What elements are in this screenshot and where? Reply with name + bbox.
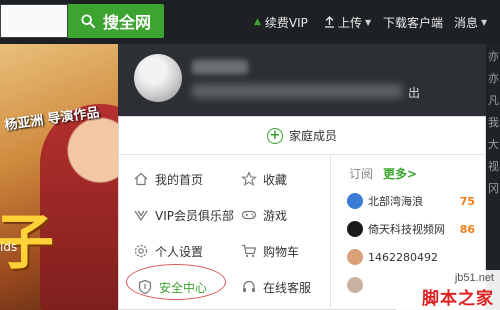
menu-item-label: 在线客服 [263, 280, 312, 295]
home-icon [134, 172, 148, 186]
menu-item-label: 个人设置 [155, 244, 204, 259]
nav-messages[interactable]: 消息 ▼ [454, 0, 487, 44]
right-strip-char: 冈 [488, 182, 499, 195]
caret-down-icon: ▼ [481, 17, 488, 27]
watermark-url: jb51.net [454, 272, 494, 284]
banner-title-glyph: 子 [0, 208, 54, 278]
vip-icon [134, 210, 148, 222]
menu-item-label: 我的首页 [155, 172, 204, 187]
subscriptions-title: 订阅 [349, 167, 374, 181]
star-icon [241, 171, 257, 187]
channel-avatar-icon [347, 277, 363, 293]
search-button[interactable]: 搜全网 [68, 4, 164, 38]
menu-item-customer-service[interactable]: 在线客服 [241, 273, 311, 301]
right-strip-char: 视 [488, 160, 499, 173]
gear-icon [134, 244, 148, 258]
subscriptions-more-link[interactable]: 更多> [383, 165, 417, 182]
banner-image[interactable]: 杨亚洲 导演作品 子 ids [0, 44, 118, 310]
subscription-item[interactable]: 1462280492 [347, 245, 475, 269]
search-input[interactable] [0, 4, 68, 38]
triangle-up-icon: ▲ [254, 17, 261, 27]
family-members-label: 家庭成员 [288, 129, 337, 143]
search-icon [81, 14, 95, 28]
menu-item-home[interactable]: 我的首页 [133, 165, 203, 193]
subscription-name: 倚天科技视频网 [368, 223, 445, 236]
menu-item-security-center[interactable]: 安全中心 [137, 273, 207, 301]
watermark-brand: 脚本之家 [422, 289, 494, 309]
right-strip-char: 亦 [488, 50, 499, 63]
blurred-username [192, 60, 248, 74]
nav-download-label: 下载客户端 [383, 15, 444, 30]
nav-vip[interactable]: ▲ 续费VIP [254, 0, 308, 44]
banner-ids-text: ids [0, 240, 18, 254]
right-strip-char: 大 [488, 138, 499, 151]
menu-item-favorites[interactable]: 收藏 [241, 165, 287, 193]
menu-grid: 我的首页 收藏 VIP会员俱乐部 游戏 个人设置 购物车 安全中心 在线客服 [119, 155, 331, 310]
subscription-item[interactable]: 倚天科技视频网 86 [347, 217, 475, 241]
menu-item-games[interactable]: 游戏 [241, 201, 287, 229]
channel-avatar-icon [347, 221, 363, 237]
nav-vip-label: 续费VIP [264, 15, 308, 30]
user-panel-header: 出 [118, 44, 486, 116]
avatar[interactable] [134, 54, 182, 102]
caret-down-icon: ▼ [365, 17, 372, 27]
site-watermark: jb51.net 脚本之家 [396, 270, 500, 310]
plus-circle-icon: + [266, 127, 283, 144]
nav-messages-label: 消息 [454, 15, 479, 30]
subscription-count: 75 [459, 194, 475, 208]
upload-icon [325, 16, 334, 28]
logout-link[interactable]: 出 [408, 84, 420, 101]
menu-item-settings[interactable]: 个人设置 [133, 237, 203, 265]
search-button-label: 搜全网 [102, 13, 151, 32]
blurred-user-info [192, 84, 402, 98]
menu-item-label: 收藏 [263, 172, 288, 187]
channel-avatar-icon [347, 193, 363, 209]
nav-upload-label: 上传 [338, 15, 363, 30]
nav-upload[interactable]: 上传 ▼ [324, 0, 371, 44]
right-strip-char: 凡 [488, 94, 499, 107]
shield-icon [138, 279, 152, 295]
subscriptions-header: 订阅 更多> [349, 165, 417, 182]
menu-item-label: 安全中心 [159, 280, 208, 295]
menu-item-vip-club[interactable]: VIP会员俱乐部 [133, 201, 234, 229]
menu-item-label: VIP会员俱乐部 [155, 208, 234, 223]
nav-download[interactable]: 下载客户端 [383, 0, 443, 44]
subscription-item[interactable]: 北部湾海浪 75 [347, 189, 475, 213]
subscription-name: 北部湾海浪 [368, 195, 423, 208]
cart-icon [242, 244, 257, 258]
menu-item-label: 游戏 [263, 208, 288, 223]
family-members-button[interactable]: + 家庭成员 [119, 117, 485, 155]
top-bar: 搜全网 ▲ 续费VIP 上传 ▼ 下载客户端 消息 ▼ [0, 0, 500, 44]
channel-avatar-icon [347, 249, 363, 265]
subscription-count: 86 [459, 222, 475, 236]
menu-item-cart[interactable]: 购物车 [241, 237, 299, 265]
gamepad-icon [241, 210, 257, 220]
right-strip-char: 我 [488, 116, 499, 129]
headset-icon [243, 280, 255, 292]
menu-item-label: 购物车 [263, 244, 300, 259]
subscription-name: 1462280492 [368, 250, 438, 264]
right-strip-char: 亦 [488, 72, 499, 85]
